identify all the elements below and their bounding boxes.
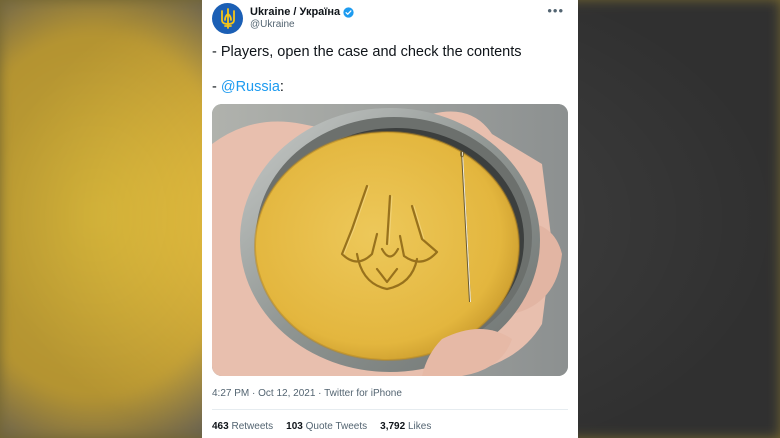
- quotes-label: Quote Tweets: [305, 421, 368, 432]
- quote-tweets-stat[interactable]: 103 Quote Tweets: [286, 421, 367, 432]
- avatar[interactable]: [212, 3, 243, 34]
- name-row: Ukraine / Україна: [250, 6, 354, 18]
- line-2-suffix: :: [279, 79, 284, 95]
- line-2-prefix: -: [212, 79, 221, 95]
- tweet-card[interactable]: Ukraine / Україна @Ukraine ••• - Players…: [202, 0, 578, 438]
- tweet-header: Ukraine / Україна @Ukraine •••: [212, 3, 570, 35]
- likes-count: 3,792: [380, 421, 406, 432]
- trident-icon: [220, 7, 235, 29]
- display-name[interactable]: Ukraine / Україна: [250, 6, 340, 18]
- likes-label: Likes: [407, 421, 432, 432]
- verified-badge-icon: [343, 6, 354, 18]
- likes-stat[interactable]: 3,792 Likes: [380, 421, 431, 432]
- tweet-stats: 463 Retweets 103 Quote Tweets 3,792 Like…: [212, 421, 431, 432]
- retweets-label: Retweets: [231, 421, 274, 432]
- mention-link[interactable]: @Russia: [221, 79, 280, 95]
- tweet-text-line-2: - @Russia:: [212, 79, 284, 95]
- tweet-timestamp[interactable]: 4:27 PM · Oct 12, 2021 · Twitter for iPh…: [212, 388, 402, 399]
- divider: [212, 409, 568, 410]
- tweet-photo[interactable]: [212, 104, 568, 376]
- more-options-icon[interactable]: •••: [547, 4, 564, 18]
- tweet-text-line-1: - Players, open the case and check the c…: [212, 44, 522, 60]
- retweets-stat[interactable]: 463 Retweets: [212, 421, 273, 432]
- quotes-count: 103: [286, 421, 303, 432]
- tin-candy-image: [212, 104, 568, 376]
- handle[interactable]: @Ukraine: [250, 19, 295, 30]
- retweets-count: 463: [212, 421, 229, 432]
